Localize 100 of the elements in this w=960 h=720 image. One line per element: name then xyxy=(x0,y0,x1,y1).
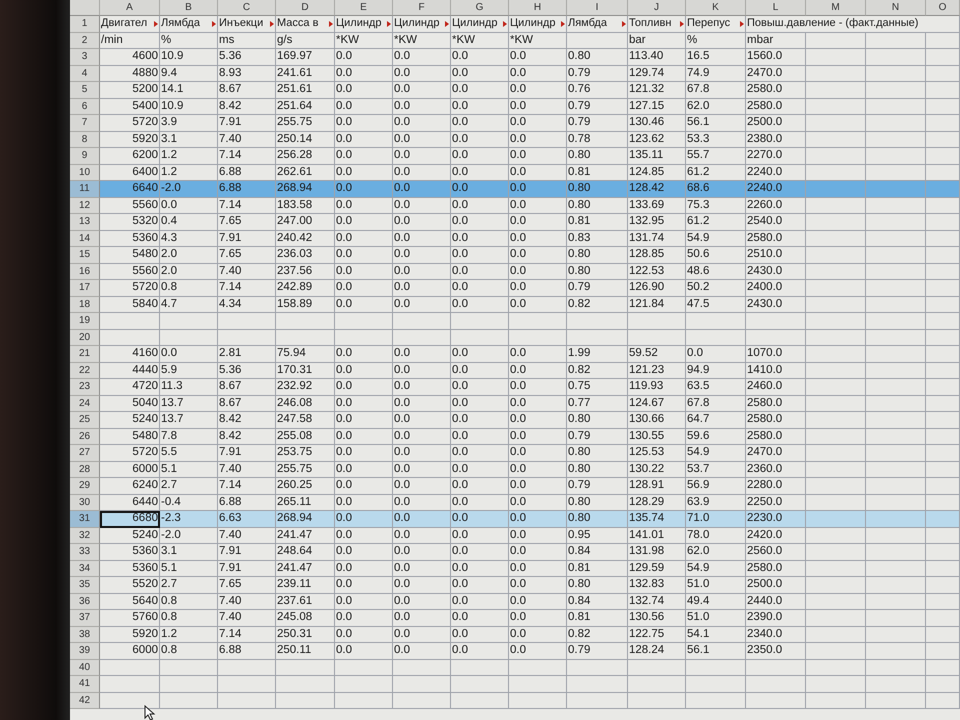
table-cell[interactable] xyxy=(866,247,926,264)
table-cell[interactable] xyxy=(926,610,960,626)
table-cell[interactable]: 0.8 xyxy=(160,643,218,660)
table-cell[interactable]: 0.0 xyxy=(393,280,451,296)
table-cell[interactable] xyxy=(866,379,926,396)
table-cell[interactable]: 0.0 xyxy=(509,247,567,264)
table-cell[interactable]: 125.53 xyxy=(628,445,686,462)
table-cell[interactable]: 135.74 xyxy=(628,511,686,528)
table-cell[interactable]: 0.82 xyxy=(567,296,628,313)
table-cell[interactable]: 7.91 xyxy=(218,230,276,247)
table-cell[interactable]: 0.77 xyxy=(567,396,628,412)
table-cell[interactable] xyxy=(866,264,926,280)
table-cell[interactable]: 0.0 xyxy=(335,82,393,98)
table-cell[interactable]: 246.08 xyxy=(276,396,335,412)
table-cell[interactable] xyxy=(926,247,960,264)
table-cell[interactable]: 0.0 xyxy=(451,296,509,313)
table-cell[interactable]: 0.81 xyxy=(567,610,628,626)
table-cell[interactable]: 2260.0 xyxy=(746,198,806,214)
table-cell[interactable]: 0.0 xyxy=(335,66,393,82)
table-cell[interactable] xyxy=(806,560,866,577)
table-cell[interactable]: 0.78 xyxy=(567,132,628,148)
table-cell[interactable] xyxy=(866,462,926,478)
table-cell[interactable]: 0.0 xyxy=(509,511,567,528)
table-cell[interactable]: 5360 xyxy=(100,230,160,247)
table-cell[interactable]: 2470.0 xyxy=(746,445,806,462)
table-cell[interactable] xyxy=(335,330,393,346)
table-cell[interactable]: /min xyxy=(100,32,160,49)
table-cell[interactable]: 0.0 xyxy=(509,214,567,230)
table-cell[interactable]: 0.0 xyxy=(451,362,509,379)
table-cell[interactable]: 3.9 xyxy=(160,115,218,132)
table-cell[interactable]: 0.0 xyxy=(393,445,451,462)
table-cell[interactable] xyxy=(806,66,866,82)
row-header[interactable]: 22 xyxy=(70,362,100,379)
table-cell[interactable]: Цилиндр xyxy=(509,16,567,32)
table-cell[interactable]: 0.0 xyxy=(451,396,509,412)
table-cell[interactable]: 128.85 xyxy=(628,247,686,264)
row-header[interactable]: 17 xyxy=(70,280,100,296)
table-cell[interactable] xyxy=(926,330,960,346)
row-header[interactable]: 37 xyxy=(70,610,100,626)
table-cell[interactable] xyxy=(926,198,960,214)
table-cell[interactable]: 0.0 xyxy=(451,412,509,428)
table-cell[interactable]: 0.0 xyxy=(393,577,451,594)
table-cell[interactable]: 0.0 xyxy=(335,478,393,494)
table-cell[interactable]: 0.0 xyxy=(509,280,567,296)
table-cell[interactable] xyxy=(926,313,960,330)
table-cell[interactable]: 183.58 xyxy=(276,198,335,214)
table-cell[interactable]: 2.0 xyxy=(160,264,218,280)
table-cell[interactable] xyxy=(509,313,567,330)
table-cell[interactable]: 5.1 xyxy=(160,560,218,577)
row-header[interactable]: 8 xyxy=(70,132,100,148)
table-cell[interactable]: 128.42 xyxy=(628,181,686,198)
table-cell[interactable]: 130.55 xyxy=(628,428,686,445)
row-header[interactable]: 26 xyxy=(70,428,100,445)
table-cell[interactable]: 0.0 xyxy=(160,346,218,362)
table-cell[interactable] xyxy=(335,692,393,709)
table-cell[interactable]: 5.36 xyxy=(218,49,276,66)
table-cell[interactable]: 7.14 xyxy=(218,280,276,296)
table-cell[interactable]: 169.97 xyxy=(276,49,335,66)
table-cell[interactable]: 2580.0 xyxy=(746,230,806,247)
row-header[interactable]: 28 xyxy=(70,462,100,478)
table-cell[interactable] xyxy=(926,32,960,49)
table-cell[interactable] xyxy=(926,132,960,148)
table-cell[interactable]: 8.67 xyxy=(218,396,276,412)
table-cell[interactable] xyxy=(567,313,628,330)
column-header[interactable]: H xyxy=(509,0,567,16)
table-cell[interactable] xyxy=(926,181,960,198)
table-cell[interactable] xyxy=(509,692,567,709)
table-cell[interactable] xyxy=(866,230,926,247)
table-cell[interactable]: 0.0 xyxy=(335,560,393,577)
table-cell[interactable]: 5920 xyxy=(100,132,160,148)
table-cell[interactable]: 0.0 xyxy=(393,544,451,560)
table-cell[interactable]: 0.0 xyxy=(451,462,509,478)
table-cell[interactable]: 8.93 xyxy=(218,66,276,82)
row-header[interactable]: 15 xyxy=(70,247,100,264)
table-cell[interactable]: 0.0 xyxy=(393,296,451,313)
table-cell[interactable]: 0.0 xyxy=(335,362,393,379)
table-cell[interactable]: 6680 xyxy=(100,511,160,528)
table-cell[interactable]: 113.40 xyxy=(628,49,686,66)
table-cell[interactable]: 0.0 xyxy=(393,428,451,445)
table-cell[interactable] xyxy=(926,115,960,132)
table-cell[interactable] xyxy=(866,148,926,164)
table-cell[interactable]: 0.0 xyxy=(451,610,509,626)
table-cell[interactable]: 141.01 xyxy=(628,528,686,544)
table-cell[interactable]: 4880 xyxy=(100,66,160,82)
table-cell[interactable]: 2350.0 xyxy=(746,643,806,660)
table-cell[interactable]: 241.61 xyxy=(276,66,335,82)
row-header[interactable]: 34 xyxy=(70,560,100,577)
table-cell[interactable]: 268.94 xyxy=(276,181,335,198)
table-cell[interactable]: 5320 xyxy=(100,214,160,230)
table-cell[interactable]: 237.56 xyxy=(276,264,335,280)
table-cell[interactable]: 0.0 xyxy=(451,148,509,164)
table-cell[interactable]: 0.79 xyxy=(567,98,628,115)
table-cell[interactable] xyxy=(509,330,567,346)
table-cell[interactable]: Двигател xyxy=(100,16,160,32)
table-cell[interactable]: *KW xyxy=(509,32,567,49)
table-cell[interactable]: 0.0 xyxy=(509,132,567,148)
table-cell[interactable]: 2270.0 xyxy=(746,148,806,164)
table-cell[interactable]: 0.0 xyxy=(509,396,567,412)
table-cell[interactable]: 0.0 xyxy=(335,264,393,280)
table-cell[interactable]: 54.9 xyxy=(686,560,746,577)
